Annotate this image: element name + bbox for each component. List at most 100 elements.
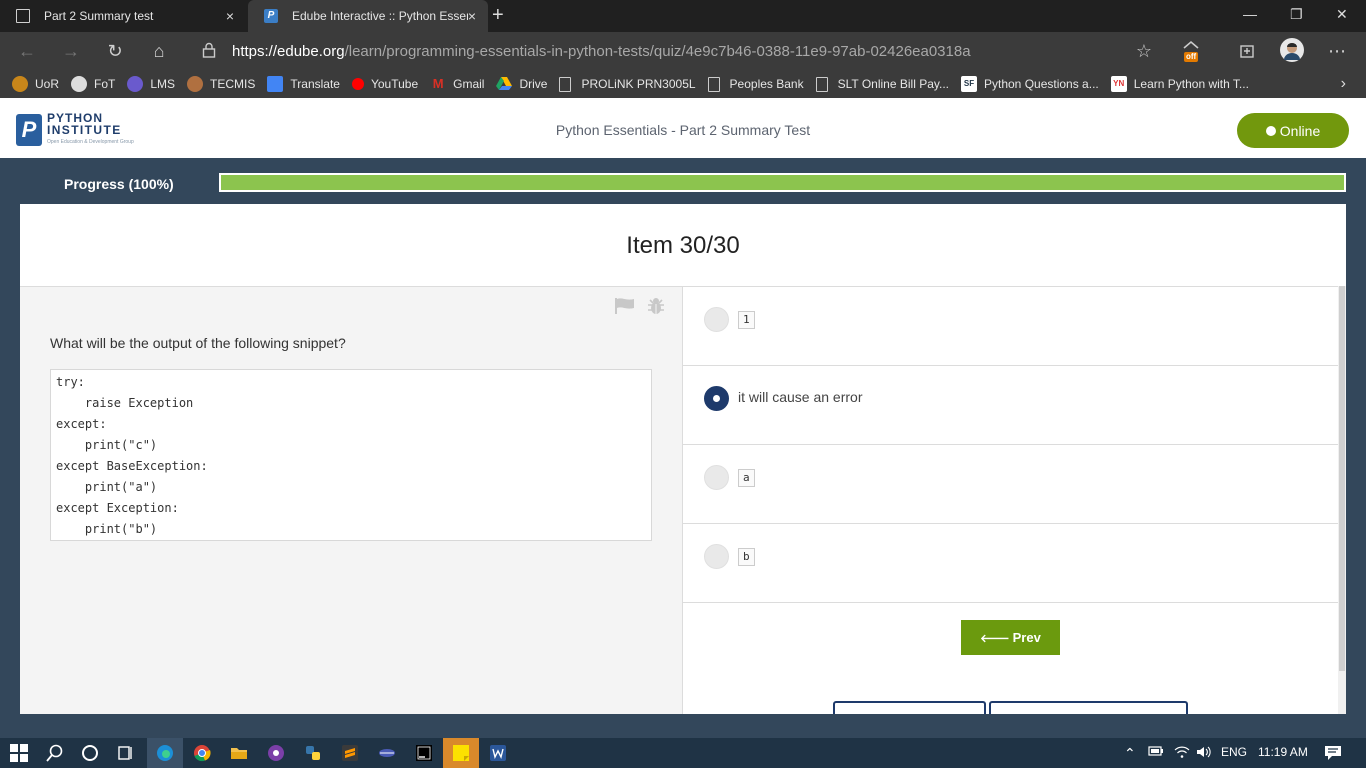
answer-option-1[interactable]: 1 <box>683 287 1338 366</box>
bookmark-label: Gmail <box>453 77 485 91</box>
sublime-text-icon[interactable] <box>341 744 359 762</box>
edge-icon[interactable] <box>156 744 174 762</box>
browser-tab-edube[interactable]: P Edube Interactive :: Python Essen × <box>248 0 488 32</box>
more-menu-icon[interactable]: ⋯ <box>1326 40 1348 62</box>
online-status-button[interactable]: Online <box>1237 113 1349 148</box>
tecmis-icon <box>187 76 204 92</box>
bookmark-label: YouTube <box>370 77 419 91</box>
gmail-icon: M <box>432 76 444 91</box>
close-window-button[interactable]: ✕ <box>1336 6 1348 23</box>
answer-option-error[interactable]: it will cause an error <box>683 366 1338 445</box>
bookmark-slt[interactable]: SLT Online Bill Pay... <box>815 76 949 92</box>
page-icon <box>707 76 720 92</box>
python-idle-icon[interactable] <box>304 744 322 762</box>
footer-button[interactable] <box>989 701 1188 714</box>
option-label: a <box>738 469 755 487</box>
bookmark-gmail[interactable]: M Gmail <box>430 76 485 92</box>
chrome-icon[interactable] <box>193 744 211 762</box>
cortana-icon[interactable] <box>81 744 99 762</box>
prev-button[interactable]: 🡐 Prev <box>961 620 1060 655</box>
tab-close-icon[interactable]: × <box>226 8 234 24</box>
bookmark-label: TECMIS <box>210 77 256 91</box>
url-path: /learn/programming-essentials-in-python-… <box>344 42 971 60</box>
bookmark-learn-python[interactable]: YN Learn Python with T... <box>1110 76 1249 92</box>
page-icon <box>16 9 30 23</box>
windows-start-icon[interactable] <box>10 744 28 762</box>
bookmark-drive[interactable]: Drive <box>496 76 547 92</box>
battery-icon[interactable] <box>1148 745 1164 760</box>
question-pane: What will be the output of the following… <box>20 286 683 714</box>
clock[interactable]: 11:19 AM <box>1258 745 1308 759</box>
answer-option-a[interactable]: a <box>683 445 1338 524</box>
bookmark-tecmis[interactable]: TECMIS <box>187 76 255 92</box>
browser-tab-summary[interactable]: Part 2 Summary test × <box>0 0 246 32</box>
wifi-icon[interactable] <box>1174 745 1190 762</box>
word-icon[interactable] <box>489 744 507 762</box>
flag-icon[interactable] <box>614 297 636 320</box>
progress-fill <box>221 175 1344 190</box>
language-indicator[interactable]: ENG <box>1221 745 1247 759</box>
tray-chevron-icon[interactable]: ⌃ <box>1124 745 1136 762</box>
option-label: 1 <box>738 311 755 329</box>
scrollbar-thumb[interactable] <box>1339 286 1345 671</box>
extension-off-badge: off <box>1184 52 1199 62</box>
bookmark-peoples-bank[interactable]: Peoples Bank <box>707 76 804 92</box>
volume-icon[interactable] <box>1196 745 1212 762</box>
item-counter: Item 30/30 <box>626 232 740 259</box>
bookmark-python-questions[interactable]: SF Python Questions a... <box>961 76 1099 92</box>
address-bar[interactable]: https://edube.org/learn/programming-esse… <box>190 37 1162 65</box>
code-line: except BaseException: <box>56 459 208 473</box>
radio-button[interactable] <box>704 465 729 490</box>
app-disc-icon[interactable] <box>378 744 396 762</box>
drive-icon <box>496 76 513 92</box>
forward-arrow-icon[interactable]: → <box>60 40 82 62</box>
bookmark-uor[interactable]: UoR <box>12 76 59 92</box>
refresh-icon[interactable]: ↻ <box>104 40 126 62</box>
sticky-notes-icon[interactable] <box>452 744 470 762</box>
question-text: What will be the output of the following… <box>50 335 346 351</box>
app-cat-icon[interactable] <box>267 744 285 762</box>
page-title: Python Essentials - Part 2 Summary Test <box>555 122 811 138</box>
bookmark-label: UoR <box>35 77 60 91</box>
tab-close-icon[interactable]: × <box>468 8 476 24</box>
bookmark-fot[interactable]: FoT <box>71 76 115 92</box>
online-dot-icon <box>1265 125 1276 136</box>
bookmark-label: FoT <box>94 77 116 91</box>
new-tab-button[interactable]: + <box>492 5 504 25</box>
code-line: except: <box>56 417 107 431</box>
back-arrow-icon[interactable]: ← <box>16 40 38 62</box>
radio-button[interactable] <box>704 544 729 569</box>
restore-button[interactable]: ❐ <box>1290 6 1303 23</box>
lms-icon <box>127 76 144 92</box>
report-bug-icon[interactable] <box>646 296 666 321</box>
radio-button-selected[interactable] <box>704 386 729 411</box>
windows-taskbar: ⌃ ENG 11:19 AM <box>0 738 1366 768</box>
notifications-icon[interactable] <box>1324 745 1342 764</box>
task-view-icon[interactable] <box>117 744 135 762</box>
collections-icon[interactable] <box>1238 42 1256 65</box>
home-icon[interactable]: ⌂ <box>148 40 170 62</box>
radio-button[interactable] <box>704 307 729 332</box>
search-icon[interactable] <box>46 744 64 762</box>
bookmark-youtube[interactable]: YouTube <box>351 77 419 91</box>
scrollbar[interactable] <box>1338 286 1346 714</box>
bookmark-label: Learn Python with T... <box>1133 77 1249 91</box>
prev-label: Prev <box>1012 630 1041 645</box>
code-line: raise Exception <box>56 396 194 410</box>
python-institute-favicon-icon: P <box>264 9 278 23</box>
footer-button[interactable] <box>833 701 986 714</box>
bookmark-lms[interactable]: LMS <box>127 76 175 92</box>
file-explorer-icon[interactable] <box>230 744 248 762</box>
bookmark-prolink[interactable]: PROLiNK PRN3005L <box>559 76 696 92</box>
pycharm-icon[interactable] <box>415 744 433 762</box>
tab-title: Part 2 Summary test <box>44 9 154 23</box>
quiz-card: Item 30/30 What will be the output of th… <box>20 204 1346 714</box>
minimize-button[interactable]: — <box>1243 6 1257 22</box>
answer-option-b[interactable]: b <box>683 524 1338 603</box>
code-line: print("c") <box>56 438 158 452</box>
bookmark-translate[interactable]: Translate <box>267 76 340 92</box>
profile-avatar[interactable] <box>1280 38 1304 67</box>
favorite-star-icon[interactable]: ☆ <box>1136 41 1152 62</box>
bookmarks-chevron-icon[interactable]: › <box>1341 75 1346 93</box>
url-host: https://edube.org <box>232 42 345 60</box>
